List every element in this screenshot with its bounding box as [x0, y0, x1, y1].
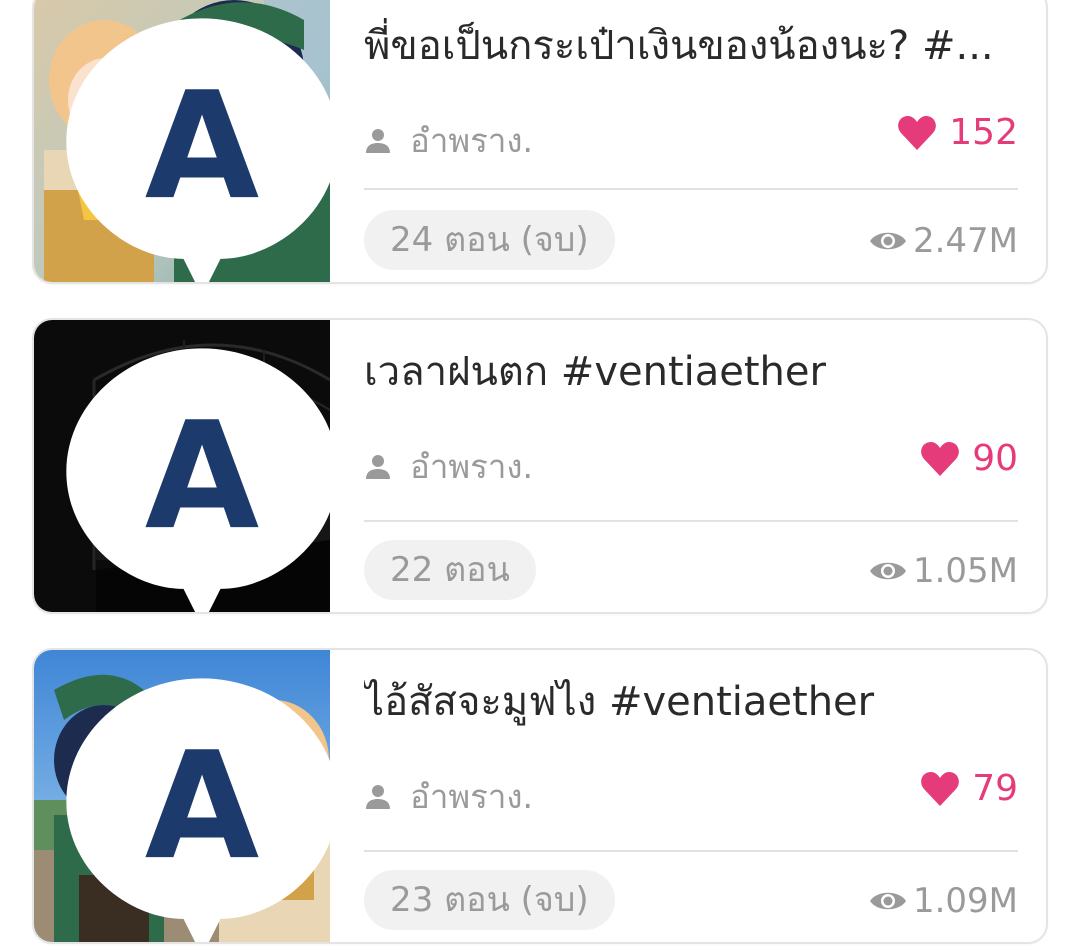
story-author[interactable]: อำพราง. — [364, 770, 533, 823]
view-count-value: 1.05M — [912, 551, 1018, 591]
svg-text:A: A — [145, 720, 260, 892]
view-count: 1.09M — [869, 876, 1018, 926]
view-count: 1.05M — [869, 546, 1018, 596]
view-count-value: 2.47M — [912, 221, 1018, 261]
story-title[interactable]: เวลาฝนตก #ventiaether — [364, 342, 1024, 402]
card-divider — [364, 520, 1018, 522]
story-cover-image[interactable]: A — [34, 0, 330, 282]
eye-icon — [869, 232, 906, 250]
view-count-value: 1.09M — [912, 881, 1018, 921]
episode-count-badge: 24 ตอน (จบ) — [364, 210, 615, 270]
story-author[interactable]: อำพราง. — [364, 114, 533, 167]
author-badge-icon: A — [66, 678, 330, 942]
story-card[interactable]: A ไอ้สัสจะมูฟไง #ventiaether อำพราง. 79 … — [32, 648, 1048, 944]
author-name: อำพราง. — [410, 447, 533, 486]
heart-icon — [921, 771, 960, 806]
story-cover-image[interactable]: A — [34, 320, 330, 612]
card-divider — [364, 188, 1018, 190]
person-icon — [366, 454, 390, 479]
story-cover-image[interactable]: A — [34, 650, 330, 942]
like-count[interactable]: 152 — [897, 112, 1018, 153]
author-badge-icon: A — [66, 348, 330, 612]
like-count-value: 79 — [972, 768, 1018, 809]
view-count: 2.47M — [869, 216, 1018, 266]
card-divider — [364, 850, 1018, 852]
episode-count-badge: 23 ตอน (จบ) — [364, 870, 615, 930]
eye-icon — [869, 562, 906, 580]
story-title[interactable]: ไอ้สัสจะมูฟไง #ventiaether — [364, 672, 1024, 732]
story-list: A พี่ขอเป็นกระเป๋าเงินของน้องนะ? #... อำ… — [0, 0, 1080, 950]
like-count-value: 152 — [949, 112, 1018, 153]
person-icon — [366, 128, 390, 153]
story-author[interactable]: อำพราง. — [364, 440, 533, 493]
heart-icon — [921, 441, 960, 476]
author-name: อำพราง. — [410, 777, 533, 816]
eye-icon — [869, 892, 906, 910]
author-badge-icon: A — [66, 18, 330, 282]
like-count[interactable]: 90 — [920, 438, 1018, 479]
story-card[interactable]: A พี่ขอเป็นกระเป๋าเงินของน้องนะ? #... อำ… — [32, 0, 1048, 284]
author-name: อำพราง. — [410, 121, 533, 160]
svg-text:A: A — [145, 60, 260, 232]
like-count-value: 90 — [972, 438, 1018, 479]
story-card[interactable]: A เวลาฝนตก #ventiaether อำพราง. 90 22 ตอ… — [32, 318, 1048, 614]
like-count[interactable]: 79 — [920, 768, 1018, 809]
story-title[interactable]: พี่ขอเป็นกระเป๋าเงินของน้องนะ? #... — [364, 16, 1024, 76]
heart-icon — [898, 115, 937, 150]
episode-count-badge: 22 ตอน — [364, 540, 536, 600]
person-icon — [366, 784, 390, 809]
svg-text:A: A — [145, 390, 260, 562]
